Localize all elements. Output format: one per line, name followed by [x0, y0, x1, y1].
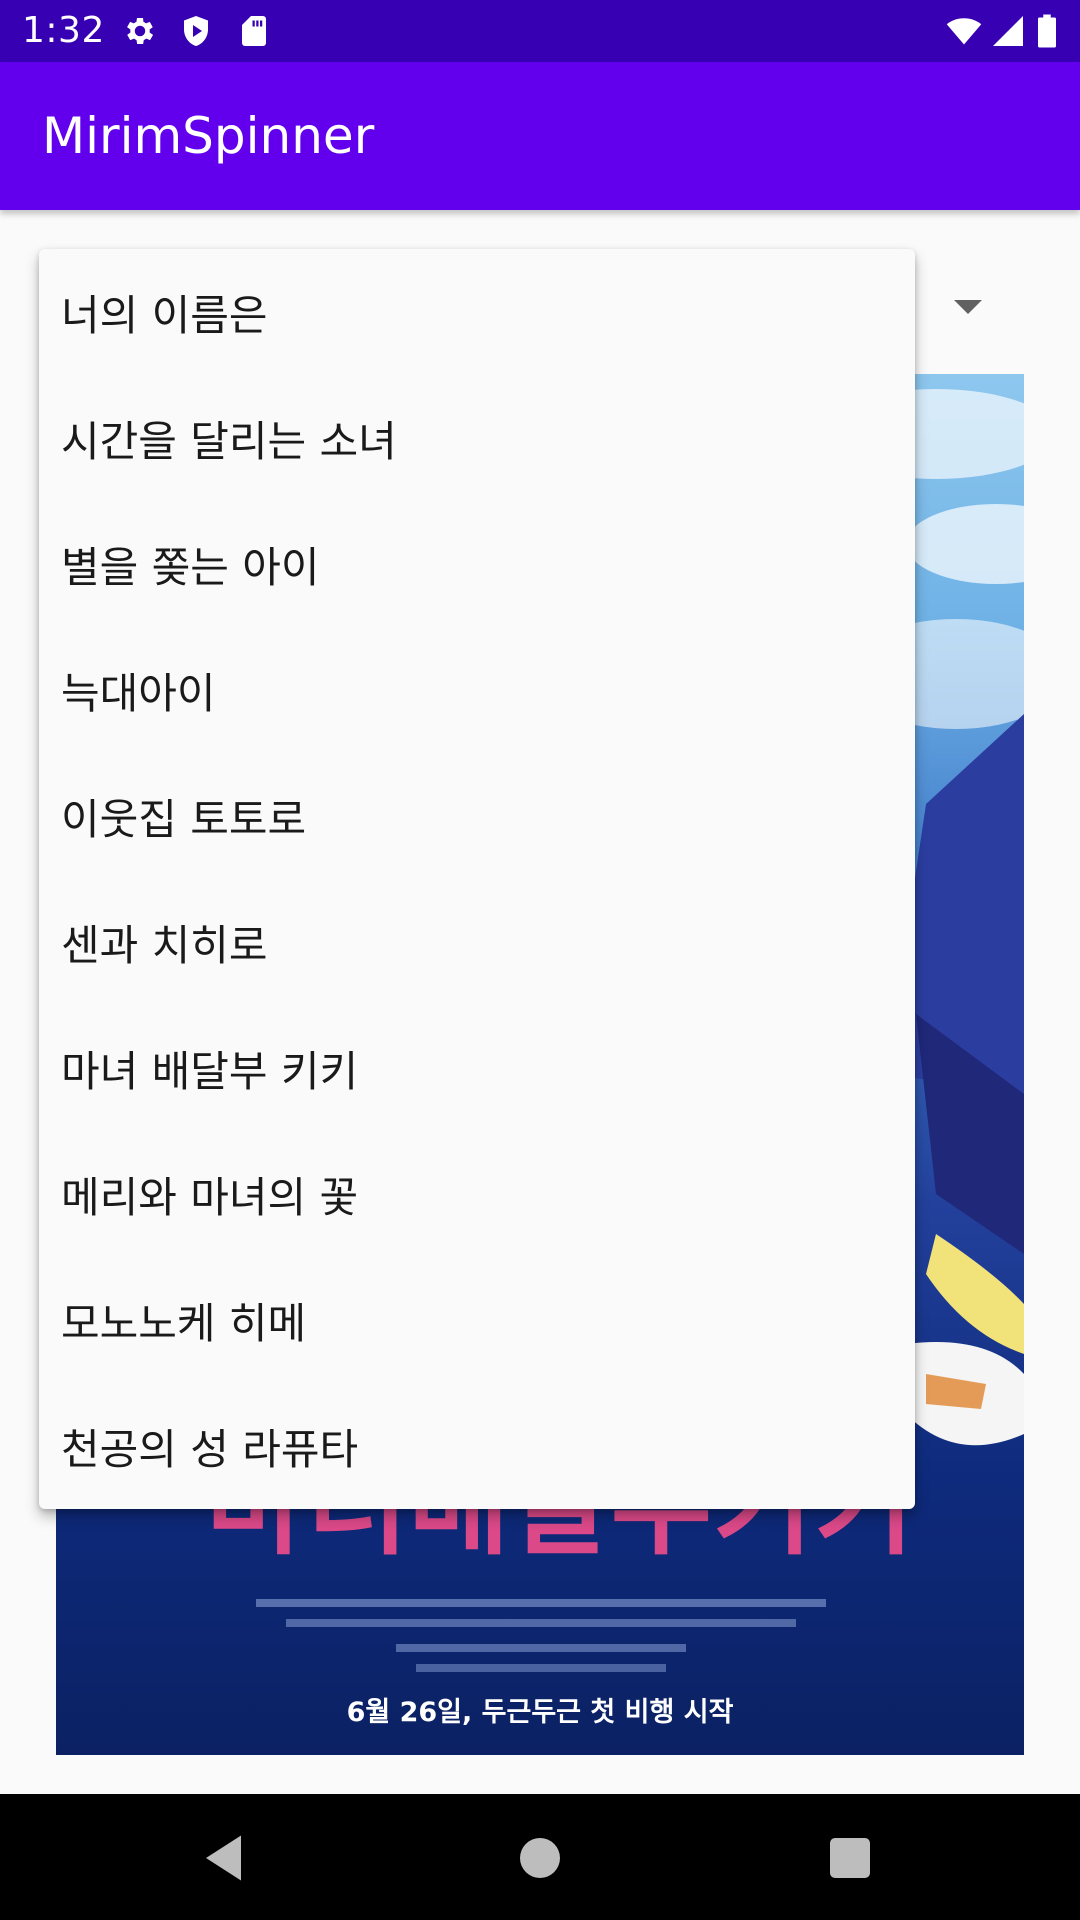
shield-play-icon: [178, 13, 214, 49]
app-bar: MirimSpinner: [0, 62, 1080, 210]
dropdown-item-label: 센과 치히로: [61, 920, 268, 970]
recents-icon[interactable]: [820, 1828, 880, 1888]
dropdown-item[interactable]: 마녀 배달부 키키: [39, 1005, 915, 1131]
dropdown-item-label: 이웃집 토토로: [61, 794, 307, 844]
dropdown-item[interactable]: 모노노케 히메: [39, 1257, 915, 1383]
gear-icon: [122, 13, 158, 49]
sd-card-icon: [236, 13, 272, 49]
dropdown-item-label: 늑대아이: [61, 668, 216, 718]
battery-icon: [1036, 13, 1062, 49]
app-title: MirimSpinner: [42, 107, 375, 165]
spinner-dropdown-list: 너의 이름은시간을 달리는 소녀별을 쫒는 아이늑대아이이웃집 토토로센과 치히…: [39, 249, 915, 1509]
dropdown-arrow-icon[interactable]: [954, 300, 982, 314]
dropdown-item[interactable]: 천공의 성 라퓨타: [39, 1383, 915, 1509]
status-bar: 1:32: [0, 0, 1080, 62]
screen: 1:32 MirimSpinner 6월 26일, 두근두근 첫 비행 시작 너…: [0, 0, 1080, 1920]
dropdown-item-label: 별을 쫒는 아이: [61, 542, 320, 592]
home-icon[interactable]: [510, 1828, 570, 1888]
dropdown-item-label: 마녀 배달부 키키: [61, 1046, 359, 1096]
back-icon[interactable]: [196, 1828, 256, 1888]
dropdown-item-label: 메리와 마녀의 꽃: [61, 1172, 359, 1222]
dropdown-item[interactable]: 너의 이름은: [39, 249, 915, 375]
dropdown-item[interactable]: 늑대아이: [39, 627, 915, 753]
dropdown-item-label: 모노노케 히메: [61, 1298, 307, 1348]
dropdown-item[interactable]: 이웃집 토토로: [39, 753, 915, 879]
dropdown-item-label: 시간을 달리는 소녀: [61, 416, 397, 466]
navigation-bar: [0, 1794, 1080, 1920]
dropdown-item-label: 너의 이름은: [61, 290, 268, 340]
dropdown-item[interactable]: 시간을 달리는 소녀: [39, 375, 915, 501]
status-time: 1:32: [22, 10, 105, 51]
wifi-icon: [944, 13, 984, 49]
dropdown-item[interactable]: 별을 쫒는 아이: [39, 501, 915, 627]
poster-release-text: 6월 26일, 두근두근 첫 비행 시작: [346, 1697, 734, 1728]
dropdown-item[interactable]: 메리와 마녀의 꽃: [39, 1131, 915, 1257]
cellular-signal-icon: [990, 13, 1026, 49]
dropdown-item-label: 천공의 성 라퓨타: [61, 1424, 359, 1474]
dropdown-item[interactable]: 센과 치히로: [39, 879, 915, 1005]
